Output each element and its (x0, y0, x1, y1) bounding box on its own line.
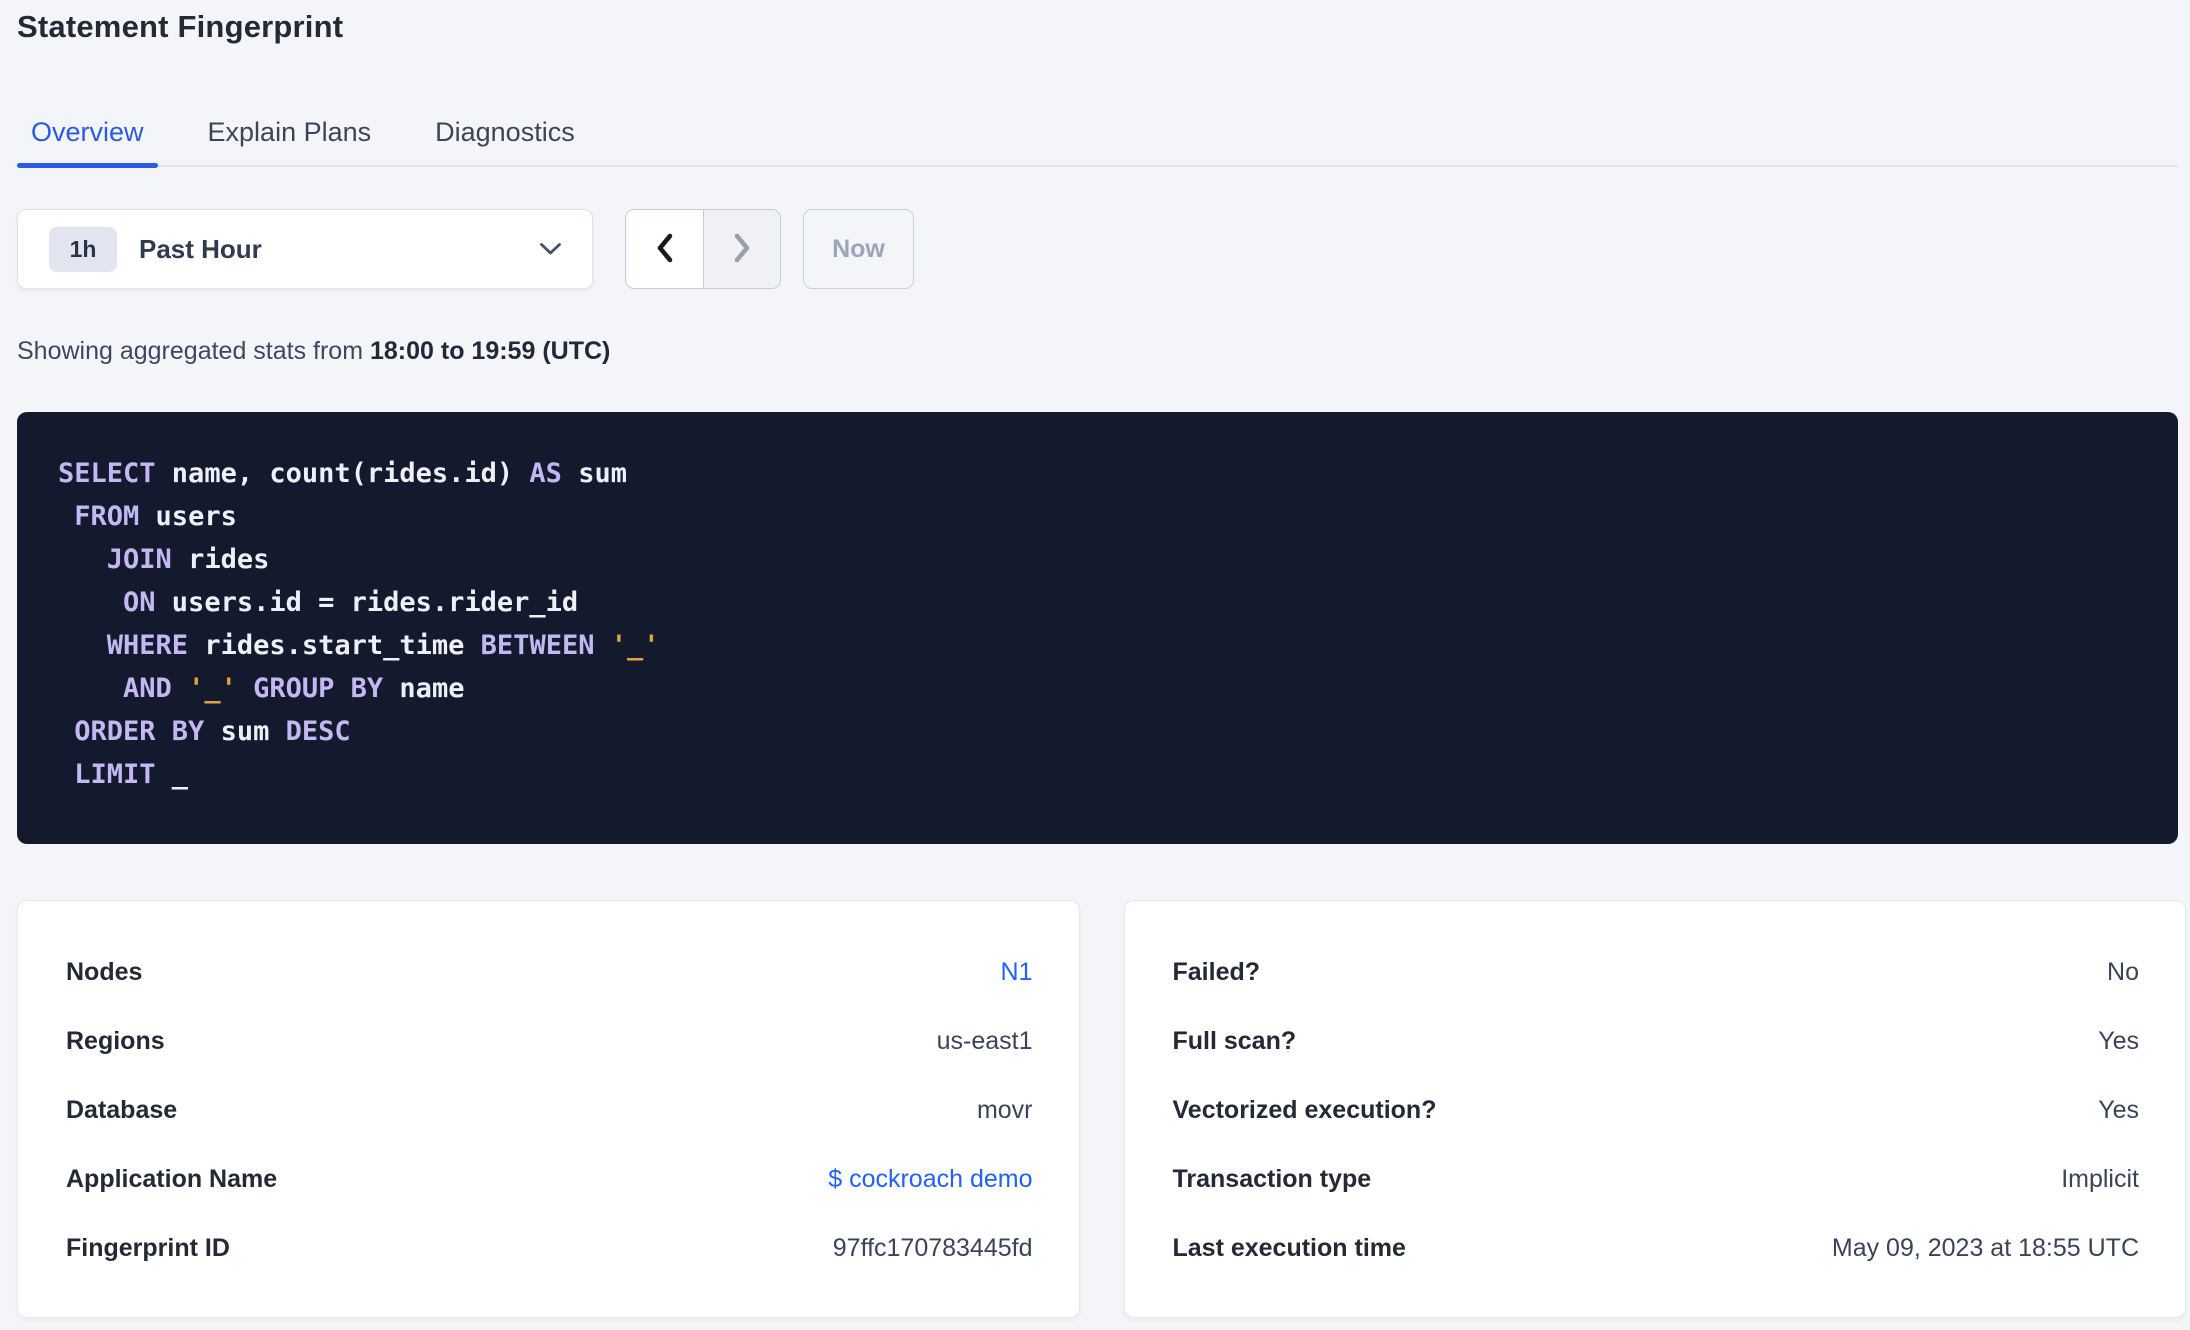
row-label: Application Name (66, 1165, 278, 1193)
sql-line: AND '_' GROUP BY name (123, 673, 465, 704)
time-toolbar: 1h Past Hour Now (17, 209, 2190, 289)
statement-details-row: Database movr (66, 1076, 1033, 1145)
statement-fingerprint-page: Statement Fingerprint Overview Explain Pl… (0, 8, 2190, 1318)
row-value: us-east1 (936, 1027, 1033, 1055)
row-value: movr (976, 1096, 1033, 1124)
sql-line: FROM users (74, 501, 237, 532)
row-value: Yes (2098, 1027, 2139, 1055)
sql-line: LIMIT _ (74, 759, 189, 790)
execution-attributes-row: Full scan? Yes (1173, 1007, 2140, 1076)
stats-prefix: Showing aggregated stats from (17, 337, 364, 365)
time-range-arrow-group (625, 209, 781, 289)
row-value: No (2107, 958, 2139, 986)
row-value-link[interactable]: N1 (1001, 958, 1033, 987)
detail-cards: Nodes N1 Regions us-east1 Database movr Applic… (17, 900, 2186, 1318)
statement-details-row: Nodes N1 (66, 938, 1033, 1007)
row-value: May 09, 2023 at 18:55 UTC (1831, 1234, 2139, 1262)
row-label: Full scan? (1172, 1027, 1297, 1055)
tab-overview[interactable]: Overview (17, 115, 158, 168)
tab-diagnostics[interactable]: Diagnostics (421, 115, 589, 165)
next-range-button[interactable] (703, 210, 780, 288)
execution-attributes-row: Transaction type Implicit (1173, 1145, 2140, 1214)
page-title: Statement Fingerprint (17, 9, 344, 44)
row-value-link[interactable]: $ cockroach demo (828, 1165, 1032, 1194)
sql-line: ORDER BY sum DESC (74, 716, 351, 747)
sql-line: SELECT name, count(rides.id) AS sum (58, 458, 627, 489)
row-label: Transaction type (1172, 1165, 1372, 1193)
row-value: Yes (2098, 1096, 2139, 1124)
row-label: Vectorized execution? (1172, 1096, 1437, 1124)
statement-details-card: Nodes N1 Regions us-east1 Database movr Applic… (17, 900, 1080, 1318)
execution-attributes-row: Failed? No (1173, 938, 2140, 1007)
row-label: Last execution time (1172, 1234, 1406, 1262)
time-interval-dropdown[interactable]: 1h Past Hour (17, 209, 593, 289)
stats-time-range: 18:00 to 19:59 (UTC) (370, 337, 611, 365)
row-label: Regions (66, 1027, 165, 1055)
execution-attributes-row: Vectorized execution? Yes (1173, 1076, 2140, 1145)
aggregated-stats-line: Showing aggregated stats from 18:00 to 1… (17, 336, 2190, 367)
execution-attributes-card: Failed? No Full scan? Yes Vectorized executi… (1123, 900, 2186, 1318)
prev-range-button[interactable] (626, 210, 703, 288)
interval-label: Past Hour (139, 233, 262, 264)
row-value: Implicit (2061, 1165, 2139, 1193)
tab-bar: Overview Explain Plans Diagnostics (17, 115, 2178, 168)
sql-line: JOIN rides (106, 544, 270, 575)
execution-attributes-row: Last execution time May 09, 2023 at 18:55… (1173, 1214, 2140, 1283)
sql-line: WHERE rides.start_time BETWEEN '_' (106, 630, 660, 661)
interval-badge: 1h (49, 226, 117, 272)
sql-line: ON users.id = rides.rider_id (123, 587, 579, 618)
tab-explain-plans[interactable]: Explain Plans (194, 115, 386, 165)
now-button[interactable]: Now (803, 209, 914, 289)
sql-statement-box: SELECT name, count(rides.id) AS sum FROM… (17, 412, 2178, 844)
row-label: Database (66, 1096, 178, 1124)
row-label: Failed? (1172, 958, 1261, 986)
chevron-right-icon (730, 232, 754, 267)
statement-details-row: Application Name $ cockroach demo (66, 1145, 1033, 1214)
chevron-down-icon (539, 242, 562, 256)
statement-details-row: Fingerprint ID 97ffc170783445fd (66, 1214, 1033, 1283)
statement-details-row: Regions us-east1 (66, 1007, 1033, 1076)
row-value: 97ffc170783445fd (832, 1234, 1033, 1262)
row-label: Nodes (66, 958, 143, 986)
row-label: Fingerprint ID (66, 1234, 230, 1262)
chevron-left-icon (653, 232, 677, 267)
